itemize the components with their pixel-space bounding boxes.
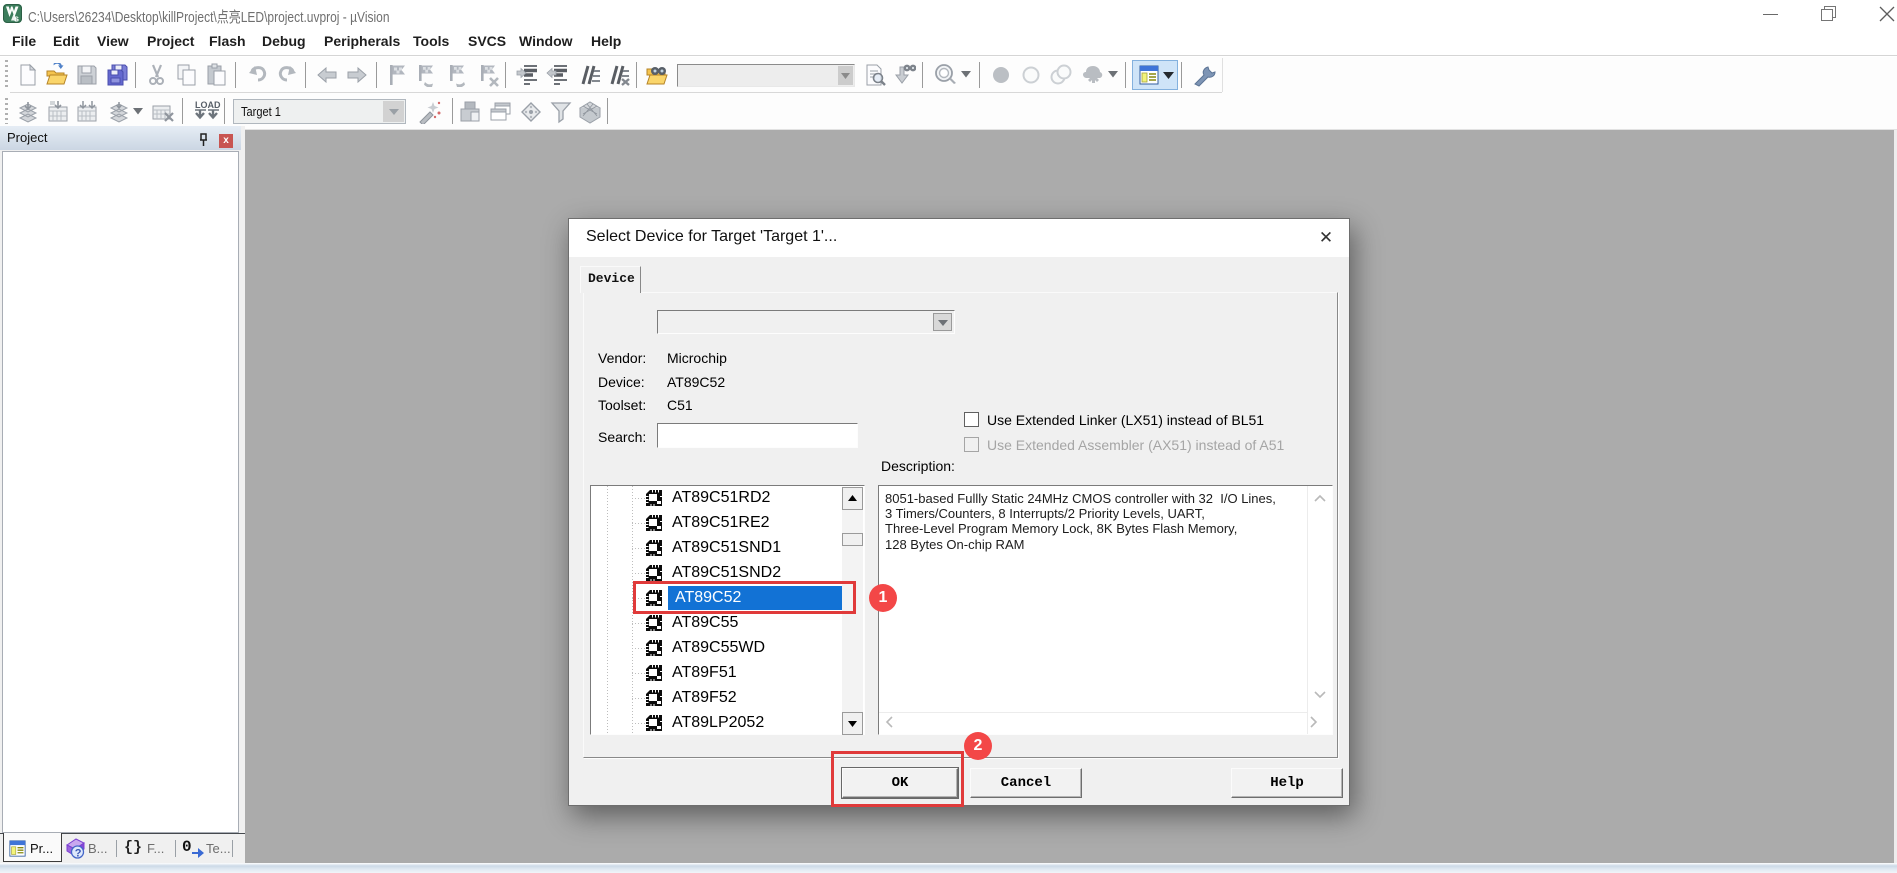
svg-text:?: ? — [75, 848, 82, 860]
svg-text:s: s — [14, 14, 19, 24]
svg-text:LOAD: LOAD — [195, 100, 221, 110]
